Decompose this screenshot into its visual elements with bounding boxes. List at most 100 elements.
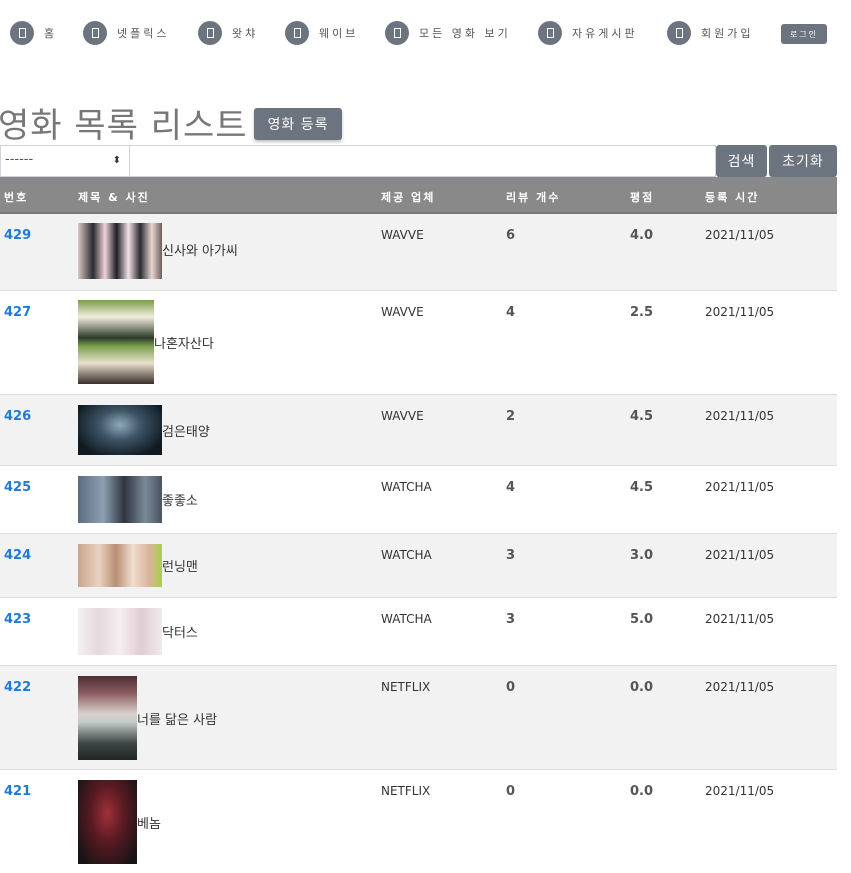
header-company: 제공 업체 — [381, 191, 436, 204]
row-num-link[interactable]: 426 — [4, 409, 31, 424]
movie-poster — [78, 476, 162, 523]
row-company: WATCHA — [381, 480, 432, 494]
row-title-cell[interactable]: 나혼자산다 — [78, 300, 214, 384]
movie-poster — [78, 544, 162, 587]
movie-title: 너를 닮은 사람 — [137, 712, 218, 728]
nav-netflix-icon — [83, 21, 107, 45]
row-num-link[interactable]: 425 — [4, 480, 31, 495]
movie-poster — [78, 223, 162, 279]
nav-item-watcha[interactable]: 왓챠 — [198, 20, 258, 46]
top-nav: 홈 넷플릭스 왓챠 웨이브 모든 영화 보기 자유게시판 회원가입 로그인 — [10, 20, 840, 46]
row-review-count: 3 — [506, 612, 516, 627]
table-row: 427 나혼자산다 WAVVE 4 2.5 2021/11/05 — [0, 291, 837, 395]
chevron-updown-icon: ⬍ — [112, 155, 121, 166]
row-review-count: 4 — [506, 480, 516, 495]
nav-item-wavve[interactable]: 웨이브 — [285, 20, 358, 46]
nav-home-icon — [10, 21, 34, 45]
movie-poster — [78, 300, 154, 384]
movie-poster — [78, 405, 162, 455]
row-company: WATCHA — [381, 548, 432, 562]
register-movie-button[interactable]: 영화 등록 — [254, 108, 342, 140]
search-input[interactable] — [130, 145, 716, 177]
header-date: 등록 시간 — [705, 191, 760, 204]
row-num-link[interactable]: 422 — [4, 680, 31, 695]
nav-item-label: 자유게시판 — [572, 27, 638, 40]
row-rating: 2.5 — [630, 305, 654, 320]
row-review-count: 4 — [506, 305, 516, 320]
select-value: ------ — [5, 152, 34, 167]
nav-item-all-movies[interactable]: 모든 영화 보기 — [385, 20, 511, 46]
row-review-count: 0 — [506, 680, 516, 695]
row-rating: 0.0 — [630, 784, 654, 799]
nav-item-label: 회원가입 — [701, 27, 754, 40]
movie-title: 베놈 — [137, 816, 161, 832]
nav-item-label: 넷플릭스 — [117, 27, 170, 40]
row-date: 2021/11/05 — [705, 784, 775, 798]
row-company: WATCHA — [381, 612, 432, 626]
row-title-cell[interactable]: 신사와 아가씨 — [78, 223, 238, 279]
nav-item-signup[interactable]: 회원가입 — [667, 20, 753, 46]
row-review-count: 3 — [506, 548, 516, 563]
table-row: 422 너를 닮은 사람 NETFLIX 0 0.0 2021/11/05 — [0, 666, 837, 770]
movie-title: 나혼자산다 — [154, 336, 214, 352]
reset-button[interactable]: 초기화 — [769, 145, 837, 177]
search-bar: ------ ⬍ 검색 초기화 — [0, 145, 837, 177]
header-num: 번호 — [4, 191, 29, 204]
table-header: 번호 제목 & 사진 제공 업체 리뷰 개수 평점 등록 시간 — [0, 177, 837, 214]
header-rating: 평점 — [630, 191, 655, 204]
table-row: 424 런닝맨 WATCHA 3 3.0 2021/11/05 — [0, 534, 837, 598]
search-button[interactable]: 검색 — [716, 145, 767, 177]
row-num-link[interactable]: 427 — [4, 305, 31, 320]
movie-table: 번호 제목 & 사진 제공 업체 리뷰 개수 평점 등록 시간 429 신사와 … — [0, 177, 837, 873]
movie-poster — [78, 676, 137, 760]
row-rating: 4.5 — [630, 480, 654, 495]
row-num-link[interactable]: 429 — [4, 228, 31, 243]
row-rating: 4.0 — [630, 228, 654, 243]
header-review-count: 리뷰 개수 — [506, 191, 561, 204]
nav-wavve-icon — [285, 21, 309, 45]
movie-title: 검은태양 — [162, 424, 210, 440]
movie-title: 신사와 아가씨 — [162, 243, 238, 259]
nav-all-movies-icon — [385, 21, 409, 45]
row-title-cell[interactable]: 닥터스 — [78, 608, 198, 655]
row-company: NETFLIX — [381, 784, 431, 798]
row-date: 2021/11/05 — [705, 680, 775, 694]
table-row: 421 베놈 NETFLIX 0 0.0 2021/11/05 — [0, 770, 837, 873]
row-title-cell[interactable]: 런닝맨 — [78, 544, 198, 587]
table-row: 423 닥터스 WATCHA 3 5.0 2021/11/05 — [0, 598, 837, 666]
row-title-cell[interactable]: 베놈 — [78, 780, 161, 864]
nav-item-label: 웨이브 — [319, 27, 359, 40]
login-button[interactable]: 로그인 — [781, 24, 827, 44]
row-date: 2021/11/05 — [705, 548, 775, 562]
nav-item-label: 홈 — [44, 27, 58, 40]
nav-item-netflix[interactable]: 넷플릭스 — [83, 20, 169, 46]
row-date: 2021/11/05 — [705, 305, 775, 319]
row-title-cell[interactable]: 좋좋소 — [78, 476, 198, 523]
row-title-cell[interactable]: 검은태양 — [78, 405, 210, 455]
row-num-link[interactable]: 424 — [4, 548, 31, 563]
table-row: 429 신사와 아가씨 WAVVE 6 4.0 2021/11/05 — [0, 214, 837, 291]
page-title: 영화 목록 리스트 — [0, 106, 248, 146]
row-date: 2021/11/05 — [705, 228, 775, 242]
nav-board-icon — [538, 21, 562, 45]
nav-item-home[interactable]: 홈 — [10, 20, 57, 46]
movie-poster — [78, 780, 137, 864]
row-date: 2021/11/05 — [705, 612, 775, 626]
movie-title: 닥터스 — [162, 626, 198, 641]
row-review-count: 0 — [506, 784, 516, 799]
row-company: WAVVE — [381, 409, 424, 423]
header-title: 제목 & 사진 — [78, 191, 150, 204]
row-num-link[interactable]: 421 — [4, 784, 31, 799]
row-title-cell[interactable]: 너를 닮은 사람 — [78, 676, 217, 760]
table-row: 425 좋좋소 WATCHA 4 4.5 2021/11/05 — [0, 466, 837, 534]
nav-item-board[interactable]: 자유게시판 — [538, 20, 638, 46]
search-type-select[interactable]: ------ ⬍ — [0, 145, 130, 177]
row-num-link[interactable]: 423 — [4, 612, 31, 627]
row-company: WAVVE — [381, 305, 424, 319]
movie-poster — [78, 608, 162, 655]
row-company: WAVVE — [381, 228, 424, 242]
nav-signup-icon — [667, 21, 691, 45]
row-rating: 0.0 — [630, 680, 654, 695]
row-review-count: 6 — [506, 228, 516, 243]
movie-title: 좋좋소 — [162, 494, 198, 509]
